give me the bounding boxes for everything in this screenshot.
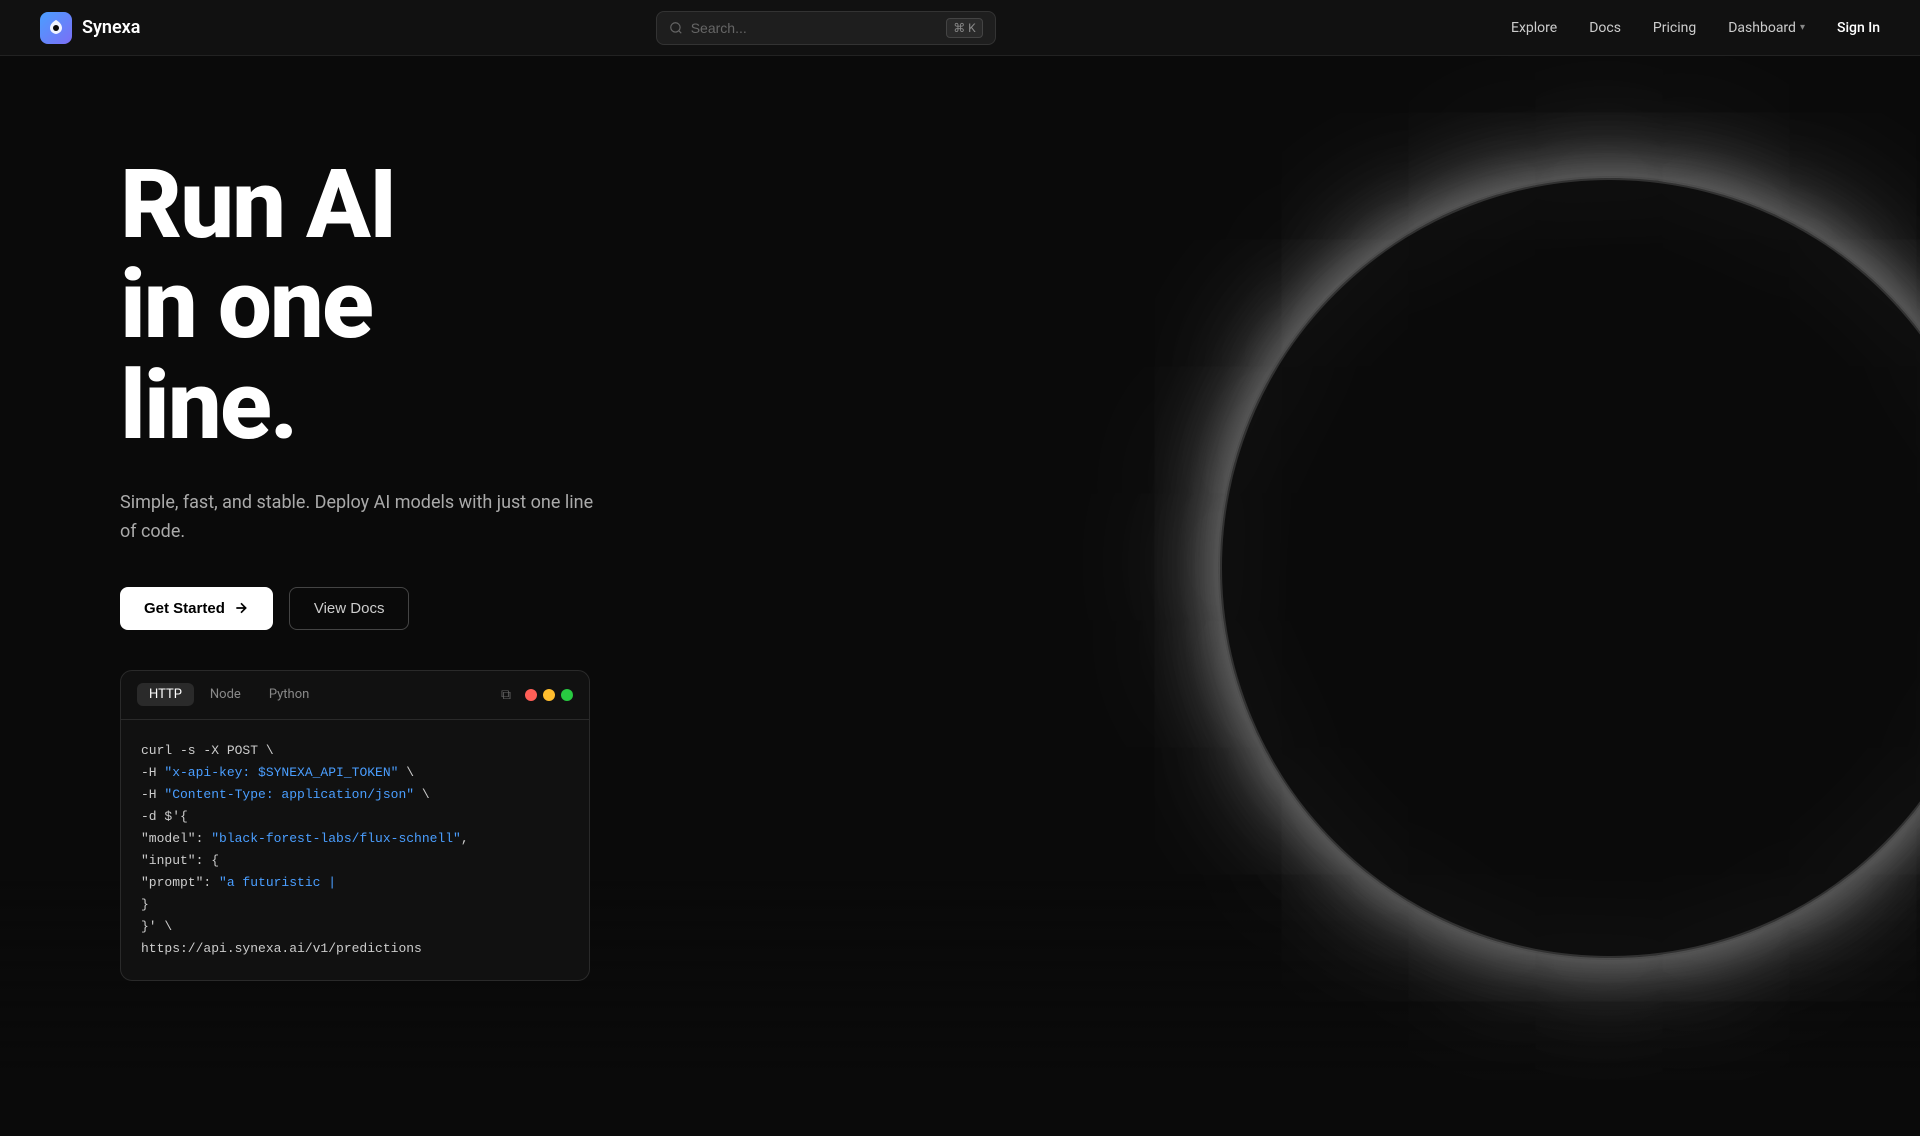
code-tabs: HTTP Node Python xyxy=(137,683,321,706)
search-shortcut: ⌘ K xyxy=(946,18,983,38)
dot-yellow xyxy=(543,689,555,701)
main-content: Run AI in one line. Simple, fast, and st… xyxy=(0,56,1920,1080)
code-line-7: "prompt": "a futuristic | xyxy=(141,872,569,894)
code-line-10: https://api.synexa.ai/v1/predictions xyxy=(141,938,569,960)
get-started-button[interactable]: Get Started xyxy=(120,587,273,630)
search-input[interactable] xyxy=(691,20,938,36)
dot-red xyxy=(525,689,537,701)
code-header-right: ⧉ xyxy=(497,683,573,707)
cta-buttons: Get Started View Docs xyxy=(120,587,600,630)
code-line-9: }' \ xyxy=(141,916,569,938)
logo-text: Synexa xyxy=(82,17,140,38)
code-line-6: "input": { xyxy=(141,850,569,872)
window-dots xyxy=(525,689,573,701)
code-line-1: curl -s -X POST \ xyxy=(141,740,569,762)
chevron-down-icon: ▾ xyxy=(1800,22,1805,33)
hero-subtitle: Simple, fast, and stable. Deploy AI mode… xyxy=(120,489,600,547)
nav-link-explore[interactable]: Explore xyxy=(1511,20,1557,36)
eclipse-glow xyxy=(1220,178,1920,958)
nav-link-pricing[interactable]: Pricing xyxy=(1653,20,1696,36)
eclipse-circle xyxy=(1220,178,1920,958)
signin-button[interactable]: Sign In xyxy=(1837,20,1880,36)
eclipse-visual xyxy=(1220,178,1920,958)
code-tab-node[interactable]: Node xyxy=(198,683,253,706)
view-docs-button[interactable]: View Docs xyxy=(289,587,410,630)
code-line-3: -H "Content-Type: application/json" \ xyxy=(141,784,569,806)
hero-section: Run AI in one line. Simple, fast, and st… xyxy=(0,75,680,1062)
hero-title: Run AI in one line. xyxy=(120,155,600,457)
code-line-8: } xyxy=(141,894,569,916)
code-line-5: "model": "black-forest-labs/flux-schnell… xyxy=(141,828,569,850)
nav-link-dashboard[interactable]: Dashboard ▾ xyxy=(1728,20,1805,36)
code-line-2: -H "x-api-key: $SYNEXA_API_TOKEN" \ xyxy=(141,762,569,784)
dot-green xyxy=(561,689,573,701)
code-block: HTTP Node Python ⧉ curl -s -X POST \ -H … xyxy=(120,670,590,982)
code-tab-http[interactable]: HTTP xyxy=(137,683,194,706)
nav-link-docs[interactable]: Docs xyxy=(1589,20,1621,36)
arrow-right-icon xyxy=(233,600,249,616)
code-tab-python[interactable]: Python xyxy=(257,683,321,706)
code-line-4: -d $'{ xyxy=(141,806,569,828)
nav-links: Explore Docs Pricing Dashboard ▾ Sign In xyxy=(1511,20,1880,36)
code-header: HTTP Node Python ⧉ xyxy=(121,671,589,720)
logo-icon xyxy=(40,12,72,44)
search-icon xyxy=(669,21,683,35)
copy-icon[interactable]: ⧉ xyxy=(497,683,515,707)
code-body: curl -s -X POST \ -H "x-api-key: $SYNEXA… xyxy=(121,720,589,981)
search-bar[interactable]: ⌘ K xyxy=(656,11,996,45)
logo[interactable]: Synexa xyxy=(40,12,140,44)
navbar: Synexa ⌘ K Explore Docs Pricing Dashboar… xyxy=(0,0,1920,56)
